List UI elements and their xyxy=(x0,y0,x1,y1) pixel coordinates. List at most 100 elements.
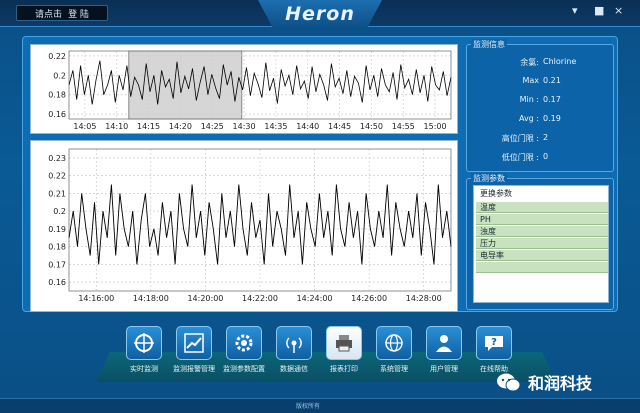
dropdown-icon[interactable]: ▾ xyxy=(572,4,578,17)
y-tick-label: 0.18 xyxy=(48,91,66,100)
status-bar: 版权所有 xyxy=(0,398,640,413)
y-tick-label: 0.22 xyxy=(48,172,66,181)
overview-chart-panel[interactable]: 0.22 0.2 0.18 0.16 14:05 14:10 14:15 14:20 14:25… xyxy=(30,44,458,134)
x-tick-label: 14:15 xyxy=(137,122,160,131)
y-tick-label: 0.19 xyxy=(48,225,66,234)
params-header: 更换参数 xyxy=(476,188,608,199)
realtime-monitor-button[interactable] xyxy=(126,326,162,360)
user-management-button[interactable] xyxy=(426,326,462,360)
selection-range xyxy=(128,50,243,120)
svg-text:?: ? xyxy=(491,337,497,348)
x-tick-label: 14:10 xyxy=(105,122,128,131)
x-tick-label: 14:50 xyxy=(360,122,383,131)
toolbar-label: 用户管理 xyxy=(430,365,458,373)
y-tick-label: 0.21 xyxy=(48,189,66,198)
detail-chart[interactable]: 0.23 0.22 0.21 0.2 0.19 0.18 0.17 0.16 14:16:00 1… xyxy=(31,141,459,313)
data-comm-button[interactable] xyxy=(276,326,312,360)
toolbar-label: 系统管理 xyxy=(380,365,408,373)
y-tick-label: 0.2 xyxy=(53,71,66,80)
alarm-management-button[interactable] xyxy=(176,326,212,360)
info-row: 余氯: Chlorine xyxy=(467,57,615,69)
x-tick-label: 14:18:00 xyxy=(133,294,169,303)
overview-chart[interactable]: 0.22 0.2 0.18 0.16 14:05 14:10 14:15 14:20 14:25… xyxy=(31,45,459,135)
x-tick-label: 14:45 xyxy=(328,122,351,131)
y-tick-label: 0.17 xyxy=(48,260,66,269)
monitor-info-title: 监测信息 xyxy=(471,39,507,50)
toolbar-label: 监测参数配置 xyxy=(223,365,265,373)
system-management-button[interactable] xyxy=(376,326,412,360)
title-bar: 请点击 登 陆 Heron ▾ ■ × xyxy=(0,0,640,28)
detail-chart-panel[interactable]: 0.23 0.22 0.21 0.2 0.19 0.18 0.17 0.16 14:16:00 1… xyxy=(30,140,458,312)
param-item-empty[interactable] xyxy=(476,262,608,273)
watermark: 和润科技 xyxy=(496,368,636,396)
y-tick-label: 0.22 xyxy=(48,52,66,61)
info-label: 低位门限 : xyxy=(501,153,539,162)
x-tick-label: 14:28:00 xyxy=(406,294,442,303)
param-item-turbidity[interactable]: 浊度 xyxy=(476,226,608,237)
x-tick-label: 14:25 xyxy=(201,122,224,131)
info-value: 0.19 xyxy=(543,114,561,123)
info-row: 高位门限 : 2 xyxy=(467,133,615,145)
x-tick-label: 14:05 xyxy=(73,122,96,131)
x-tick-label: 14:22:00 xyxy=(242,294,278,303)
info-value: 0.17 xyxy=(543,95,561,104)
login-label: 登 陆 xyxy=(68,9,89,20)
series-line xyxy=(68,60,452,105)
info-label: Max xyxy=(522,76,539,85)
info-label: Avg : xyxy=(518,114,539,123)
gear-icon xyxy=(235,334,253,352)
printer-icon xyxy=(336,335,352,352)
status-text: 版权所有 xyxy=(296,403,321,410)
monitor-params-title: 监测参数 xyxy=(471,173,507,184)
help-icon: ? xyxy=(485,336,503,351)
info-row: Min : 0.17 xyxy=(467,95,615,107)
logo-banner: Heron xyxy=(258,0,382,28)
monitor-params-panel: 监测参数 更换参数 温度 PH 浊度 压力 电导率 xyxy=(466,173,614,310)
close-icon[interactable]: × xyxy=(614,4,623,17)
params-list[interactable]: 更换参数 温度 PH 浊度 压力 电导率 xyxy=(473,185,609,303)
app-logo: Heron xyxy=(285,3,355,25)
x-tick-label: 14:20:00 xyxy=(187,294,223,303)
series-line xyxy=(68,184,452,265)
x-tick-label: 14:30 xyxy=(233,122,256,131)
x-tick-label: 14:20 xyxy=(169,122,192,131)
x-tick-label: 14:55 xyxy=(392,122,415,131)
info-value: 2 xyxy=(543,133,549,142)
info-value: 0 xyxy=(543,152,549,161)
monitor-info-panel: 监测信息 余氯: Chlorine Max 0.21 Min : 0.17 Av… xyxy=(466,39,615,172)
maximize-icon[interactable]: ■ xyxy=(594,4,604,17)
online-help-button[interactable]: ? xyxy=(476,326,512,360)
info-row: 低位门限 : 0 xyxy=(467,152,615,164)
toolbar-label: 数据通信 xyxy=(280,365,308,373)
user-icon xyxy=(436,335,452,352)
globe-icon xyxy=(385,334,403,352)
param-item-ph[interactable]: PH xyxy=(476,214,608,225)
y-tick-label: 0.2 xyxy=(53,207,66,216)
info-label: 高位门限 : xyxy=(501,134,539,143)
y-tick-label: 0.16 xyxy=(48,278,66,287)
param-item-pressure[interactable]: 压力 xyxy=(476,238,608,249)
y-tick-label: 0.16 xyxy=(48,110,66,119)
x-tick-label: 14:35 xyxy=(264,122,287,131)
report-print-button[interactable] xyxy=(326,326,362,360)
wechat-icon xyxy=(497,373,521,392)
signal-icon xyxy=(286,337,302,353)
login-button[interactable]: 请点击 登 陆 xyxy=(16,5,108,21)
y-tick-label: 0.23 xyxy=(48,154,66,163)
param-item-temperature[interactable]: 温度 xyxy=(476,202,608,213)
info-value: 0.21 xyxy=(543,76,561,85)
info-label: 余氯: xyxy=(520,58,539,67)
info-row: Max 0.21 xyxy=(467,76,615,88)
info-value: Chlorine xyxy=(543,57,577,66)
x-tick-label: 14:40 xyxy=(296,122,319,131)
param-item-conductivity[interactable]: 电导率 xyxy=(476,250,608,261)
info-label: Min : xyxy=(519,95,539,104)
x-tick-label: 14:26:00 xyxy=(351,294,387,303)
login-prompt: 请点击 xyxy=(35,9,63,20)
watermark-text: 和润科技 xyxy=(528,374,593,393)
info-row: Avg : 0.19 xyxy=(467,114,615,126)
toolbar-label: 报表打印 xyxy=(330,365,358,373)
toolbar-label: 监测报警管理 xyxy=(173,365,215,373)
param-config-button[interactable] xyxy=(226,326,262,360)
x-tick-label: 14:16:00 xyxy=(78,294,114,303)
